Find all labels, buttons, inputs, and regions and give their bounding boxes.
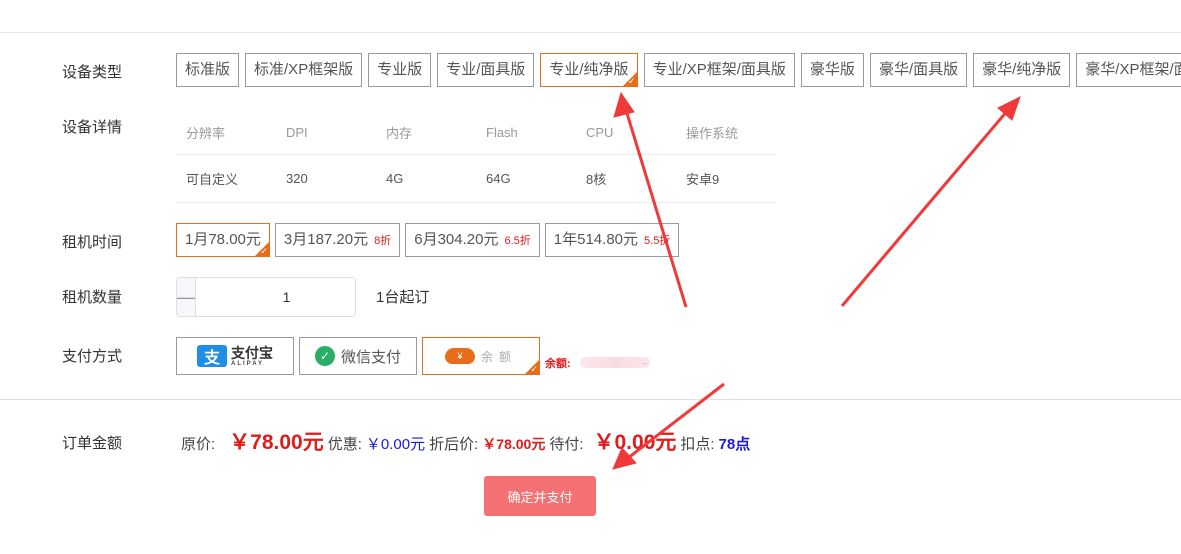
option-label: 标准版 [185, 61, 231, 78]
amount-due-value: ￥0.00元 [593, 431, 677, 454]
device-details-label: 设备详情 [62, 119, 123, 136]
original-price-value: ￥78.00元 [229, 431, 324, 454]
period-label: 3月187.20元 [283, 231, 369, 248]
details-value: 320 [286, 171, 308, 186]
period-label: 6月304.20元 [414, 231, 499, 248]
details-value-row: 可自定义 320 4G 64G 8核 安卓9 [176, 155, 776, 203]
discount-badge: 6.5折 [504, 235, 531, 247]
device-type-option-selected[interactable]: 专业/纯净版 ✓ [540, 53, 638, 87]
original-price-label: 原价: [181, 436, 216, 453]
details-value: 安卓9 [686, 172, 720, 187]
option-label: 专业/XP框架/面具版 [652, 61, 786, 78]
payment-balance[interactable]: ¥ 余额 ✓ [422, 337, 540, 375]
device-type-option[interactable]: 专业/XP框架/面具版 [643, 53, 795, 87]
payment-options: 支 支付宝 ALIPAY ✓ 微信支付 ¥ 余额 ✓ [176, 337, 540, 375]
quantity-input[interactable] [196, 278, 355, 316]
device-type-option[interactable]: 豪华/纯净版 [973, 53, 1071, 87]
alipay-wordmark: 支付宝 ALIPAY [231, 346, 273, 367]
device-type-options: 标准版 标准/XP框架版 专业版 专业/面具版 专业/纯净版 ✓ 专业/XP框架/… [176, 53, 1181, 87]
device-type-option[interactable]: 标准版 [176, 53, 240, 87]
after-discount-label: 折后价: [429, 436, 479, 453]
details-value: 8核 [586, 172, 607, 187]
alipay-icon: 支 [197, 345, 227, 367]
confirm-pay-button[interactable]: 确定并支付 [484, 476, 596, 516]
rental-period-label: 租机时间 [62, 234, 123, 251]
details-header: 操作系统 [686, 125, 739, 141]
period-label: 1月78.00元 [185, 231, 261, 248]
wechat-icon: ✓ [314, 346, 335, 366]
device-type-option[interactable]: 专业/面具版 [437, 53, 535, 87]
option-label: 专业版 [377, 61, 423, 78]
rental-period-option[interactable]: 3月187.20元 8折 [274, 223, 401, 257]
details-header: 分辨率 [186, 125, 226, 141]
points-value: 78点 [718, 436, 751, 453]
details-value: 64G [486, 171, 511, 186]
option-label: 标准/XP框架版 [254, 61, 354, 78]
wechat-text: 微信支付 [340, 348, 401, 366]
details-value: 4G [386, 171, 404, 186]
discount-label: 优惠: [327, 436, 362, 453]
device-type-label: 设备类型 [62, 64, 123, 81]
check-icon: ✓ [530, 364, 538, 374]
option-label: 专业/面具版 [446, 61, 526, 78]
details-header: CPU [586, 124, 614, 140]
balance-text: 余额 [480, 349, 517, 364]
check-icon: ✓ [628, 76, 636, 86]
discount-badge: 8折 [374, 235, 392, 247]
order-amount-label: 订单金额 [62, 435, 123, 452]
after-discount-value: ￥78.00元 [482, 436, 546, 452]
payment-alipay[interactable]: 支 支付宝 ALIPAY [176, 337, 294, 375]
rental-period-option[interactable]: 1年514.80元 5.5折 [544, 223, 680, 257]
rental-period-option[interactable]: 6月304.20元 6.5折 [405, 223, 540, 257]
details-header: 内存 [386, 125, 413, 141]
details-header: DPI [286, 124, 308, 140]
option-label: 豪华版 [809, 61, 855, 78]
option-label: 豪华/XP框架/面具版 [1085, 61, 1181, 78]
option-label: 豪华/面具版 [878, 61, 959, 78]
option-label: 豪华/纯净版 [982, 61, 1062, 78]
money-bag-icon: ¥ [444, 348, 475, 364]
rental-period-options: 1月78.00元 ✓ 3月187.20元 8折 6月304.20元 6.5折 1年51… [176, 223, 680, 257]
device-type-option[interactable]: 豪华/面具版 [869, 53, 968, 87]
check-icon: ✓ [260, 246, 268, 256]
option-label: 专业/纯净版 [549, 61, 629, 78]
device-details-table: 分辨率 DPI 内存 Flash CPU 操作系统 可自定义 320 4G 64… [176, 110, 776, 203]
alipay-subtext: ALIPAY [231, 360, 265, 367]
quantity-label: 租机数量 [62, 289, 123, 306]
payment-label: 支付方式 [62, 348, 123, 365]
rental-period-option-selected[interactable]: 1月78.00元 ✓ [176, 223, 270, 257]
details-header: Flash [486, 124, 518, 140]
device-type-option[interactable]: 标准/XP框架版 [245, 53, 363, 87]
details-value: 可自定义 [186, 172, 239, 187]
section-divider [0, 399, 1181, 400]
minus-icon[interactable]: — [177, 278, 196, 316]
balance-trailing: .. [642, 356, 648, 366]
device-type-option[interactable]: 专业版 [368, 53, 432, 87]
amount-due-label: 待付: [549, 436, 584, 453]
details-header-row: 分辨率 DPI 内存 Flash CPU 操作系统 [176, 110, 776, 155]
discount-value: ￥0.00元 [365, 436, 426, 453]
top-divider [0, 32, 1181, 33]
device-type-option[interactable]: 豪华/XP框架/面具版 [1076, 53, 1181, 87]
arrow-to-luxury-option [840, 96, 1021, 307]
quantity-stepper: — + [176, 277, 356, 317]
discount-badge: 5.5折 [644, 235, 671, 247]
payment-wechat[interactable]: ✓ 微信支付 [299, 337, 417, 375]
balance-amount-redacted [580, 357, 650, 368]
order-summary: 原价: ￥78.00元 优惠: ￥0.00元 折后价: ￥78.00元 待付: … [181, 426, 750, 456]
alipay-text: 支付宝 [231, 344, 273, 361]
min-order-note: 1台起订 [376, 289, 430, 306]
period-label: 1年514.80元 [553, 231, 639, 248]
device-type-option[interactable]: 豪华版 [800, 53, 864, 87]
balance-amount-label: 余额: [545, 358, 571, 370]
points-label: 扣点: [680, 436, 715, 453]
